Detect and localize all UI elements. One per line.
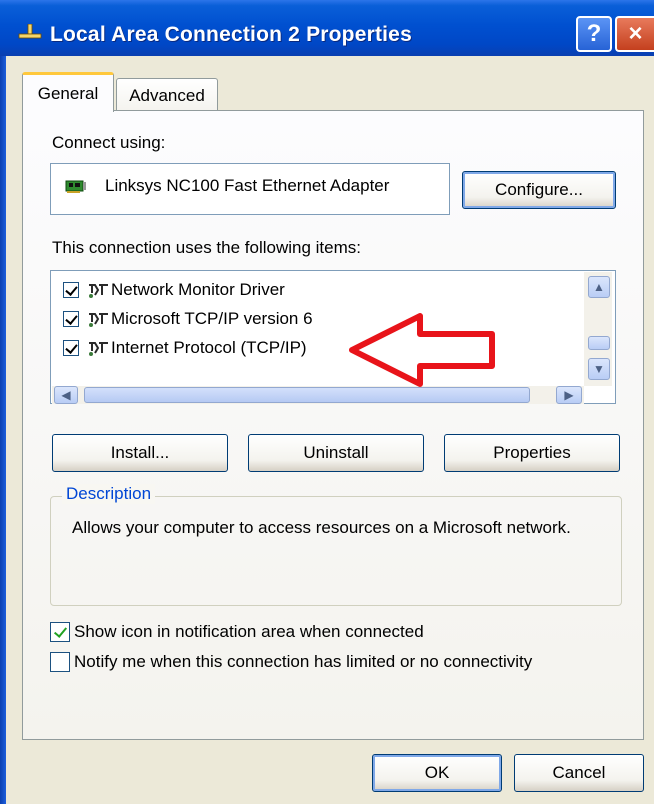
items-listbox[interactable]: Network Monitor Driver Microsoft TCP/IP … xyxy=(50,270,616,404)
item-checkbox[interactable] xyxy=(63,340,79,356)
uninstall-button[interactable]: Uninstall xyxy=(248,434,424,472)
adapter-name: Linksys NC100 Fast Ethernet Adapter xyxy=(105,176,390,195)
configure-button-label: Configure... xyxy=(495,180,583,199)
network-protocol-icon xyxy=(89,313,108,327)
list-item-label: Microsoft TCP/IP version 6 xyxy=(111,309,313,328)
scroll-right-button[interactable]: ▶ xyxy=(556,386,582,404)
cancel-button[interactable]: Cancel xyxy=(514,754,644,792)
properties-button-label: Properties xyxy=(493,443,571,462)
network-protocol-icon xyxy=(89,342,108,356)
red-arrow-icon xyxy=(349,313,495,387)
description-legend: Description xyxy=(62,484,156,504)
scroll-left-button[interactable]: ◀ xyxy=(54,386,78,404)
notify-option[interactable]: Notify me when this connection has limit… xyxy=(50,652,532,672)
item-checkbox[interactable] xyxy=(63,282,79,298)
list-item-label: Internet Protocol (TCP/IP) xyxy=(111,338,307,357)
list-item[interactable]: Internet Protocol (TCP/IP) xyxy=(63,336,307,360)
cancel-button-label: Cancel xyxy=(552,763,606,782)
adapter-field: Linksys NC100 Fast Ethernet Adapter xyxy=(50,163,450,215)
scroll-down-button[interactable]: ▼ xyxy=(588,358,610,380)
items-label: This connection uses the following items… xyxy=(52,238,361,257)
show-icon-option[interactable]: Show icon in notification area when conn… xyxy=(50,622,424,642)
list-item[interactable]: Microsoft TCP/IP version 6 xyxy=(63,307,313,331)
properties-button[interactable]: Properties xyxy=(444,434,620,472)
notify-label: Notify me when this connection has limit… xyxy=(74,652,533,671)
chevron-up-icon: ▲ xyxy=(593,280,605,294)
configure-button[interactable]: Configure... xyxy=(462,171,616,209)
scroll-thumb[interactable] xyxy=(588,336,610,350)
horizontal-scroll-thumb[interactable] xyxy=(84,387,530,403)
list-item-label: Network Monitor Driver xyxy=(111,280,285,299)
ok-button-label: OK xyxy=(424,763,450,782)
connect-using-label: Connect using: xyxy=(52,133,166,152)
scroll-up-button[interactable]: ▲ xyxy=(588,276,610,298)
chevron-down-icon: ▼ xyxy=(593,362,605,376)
network-card-icon xyxy=(65,180,86,193)
chevron-right-icon: ▶ xyxy=(564,388,574,402)
description-groupbox xyxy=(50,496,622,606)
list-item[interactable]: Network Monitor Driver xyxy=(63,278,285,302)
item-checkbox[interactable] xyxy=(63,311,79,327)
show-icon-label: Show icon in notification area when conn… xyxy=(74,622,424,641)
ok-button[interactable]: OK xyxy=(372,754,502,792)
network-protocol-icon xyxy=(89,284,108,298)
notify-checkbox[interactable] xyxy=(50,652,70,672)
install-button[interactable]: Install... xyxy=(52,434,228,472)
show-icon-checkbox[interactable] xyxy=(50,622,70,642)
uninstall-button-label: Uninstall xyxy=(303,443,369,462)
install-button-label: Install... xyxy=(110,443,170,462)
chevron-left-icon: ◀ xyxy=(61,388,71,402)
description-text: Allows your computer to access resources… xyxy=(72,518,571,537)
